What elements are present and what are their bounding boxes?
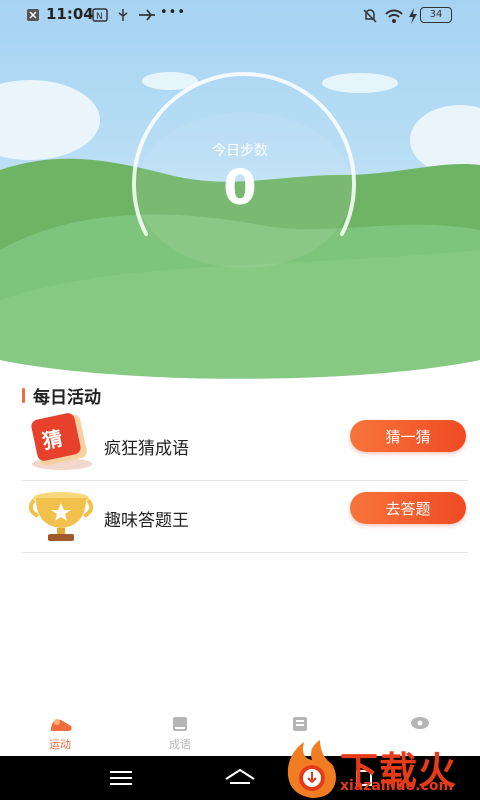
profile-icon [411,717,429,729]
guess-button[interactable]: 猜一猜 [350,420,466,452]
section-title: 每日活动 [22,383,101,408]
watermark-logo: 下载火 xiazaihuo.com [282,738,478,800]
more-notifications: ••• [160,5,187,20]
watermark-url: xiazaihuo.com [340,778,454,794]
sport-shoe-icon [50,719,72,731]
menu-icon[interactable] [110,771,132,785]
book-icon [173,717,187,731]
mute-icon: N [92,8,108,22]
battery-level: 34 [429,9,443,20]
status-bar: 11:04 N ••• 34 [0,0,480,30]
section-accent-bar [22,388,25,403]
home-icon[interactable] [224,767,256,787]
activity-label: 疯狂猜成语 [104,439,189,459]
activity-row-quiz[interactable]: 趣味答题王 去答题 [22,480,468,553]
flame-logo-icon [287,740,336,798]
guess-book-icon: 猜 [31,413,92,470]
tab-sport[interactable]: 运动 [20,710,100,756]
wifi-icon [385,9,403,23]
steps-count: 0 [223,160,257,216]
steps-label: 今日步数 [212,143,268,159]
close-box-icon [27,9,39,21]
tab-label: 运动 [49,738,71,751]
status-time: 11:04 [46,5,94,23]
usb-icon [118,9,128,21]
trophy-icon [28,492,94,541]
airplane-icon [139,9,155,21]
section-title-text: 每日活动 [33,388,101,408]
svg-text:N: N [96,12,103,22]
quiz-button[interactable]: 去答题 [350,492,466,524]
battery-indicator: 34 [420,7,452,23]
activity-label: 趣味答题王 [104,511,189,531]
tab-label: 成语 [169,738,191,751]
hero-banner: 今日步数 0 [0,0,480,400]
notes-icon [293,717,307,731]
charging-icon [409,8,417,24]
silent-icon [363,9,377,23]
activity-row-idiom[interactable]: 猜 疯狂猜成语 猜一猜 [22,408,468,481]
tab-idiom[interactable]: 成语 [140,710,220,756]
